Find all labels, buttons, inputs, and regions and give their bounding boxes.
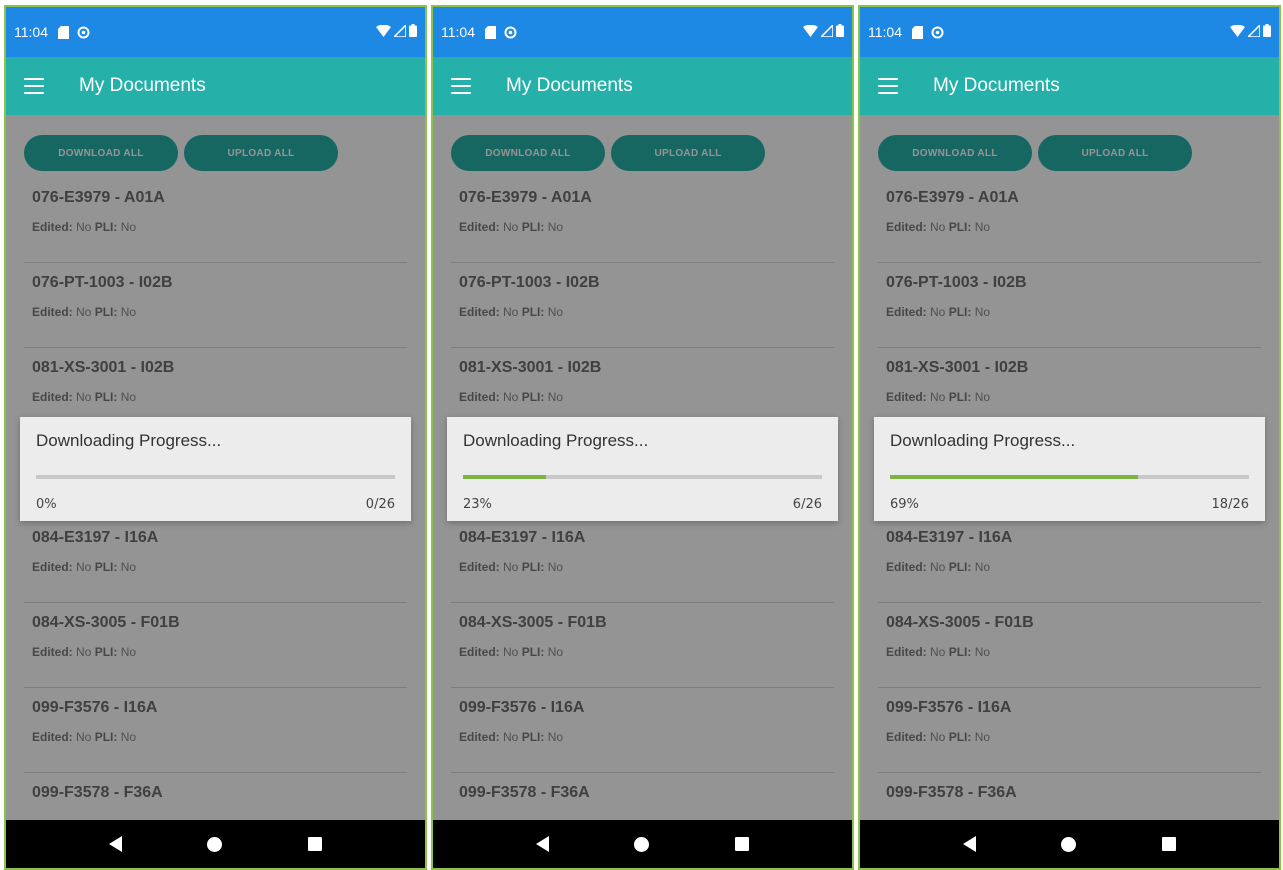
signal-icon	[819, 23, 834, 40]
phone-screen-3: 11:04 My Documents DOWNLOAD ALL UPLOAD A…	[858, 5, 1281, 870]
app-bar: My Documents	[6, 57, 425, 115]
recents-icon[interactable]	[308, 837, 323, 851]
hamburger-menu-icon[interactable]	[24, 78, 44, 94]
status-bar: 11:04	[433, 7, 852, 57]
progress-count: 18/26	[1211, 497, 1249, 512]
home-icon[interactable]	[1061, 836, 1077, 852]
sd-card-icon	[485, 25, 496, 39]
sd-card-icon	[58, 25, 69, 39]
page-title: My Documents	[933, 75, 1060, 96]
home-icon[interactable]	[634, 836, 650, 852]
recents-icon[interactable]	[1162, 837, 1177, 851]
wifi-icon	[803, 24, 818, 40]
status-time: 11:04	[441, 24, 475, 40]
status-time: 11:04	[14, 24, 48, 40]
dialog-title: Downloading Progress...	[36, 431, 222, 450]
sync-icon	[77, 26, 90, 39]
phone-screen-1: 11:04 My Documents DOWNLOAD ALL UPLOAD A…	[4, 5, 427, 870]
app-bar: My Documents	[860, 57, 1279, 115]
sd-card-icon	[912, 25, 923, 39]
page-title: My Documents	[79, 75, 206, 96]
wifi-icon	[376, 24, 391, 40]
back-icon[interactable]	[962, 836, 976, 852]
status-bar: 11:04	[860, 7, 1279, 57]
progress-percent: 69%	[890, 497, 919, 512]
signal-icon	[1246, 23, 1261, 40]
progress-fill	[463, 475, 546, 479]
sync-icon	[931, 26, 944, 39]
progress-dialog: Downloading Progress... 69% 18/26	[874, 417, 1265, 521]
phone-screen-2: 11:04 My Documents DOWNLOAD ALL UPLOAD A…	[431, 5, 854, 870]
system-nav-bar	[433, 820, 852, 868]
progress-percent: 23%	[463, 497, 492, 512]
home-icon[interactable]	[207, 836, 223, 852]
status-time: 11:04	[868, 24, 902, 40]
progress-count: 0/26	[365, 497, 395, 512]
progress-bar	[36, 475, 395, 479]
status-bar: 11:04	[6, 7, 425, 57]
progress-count: 6/26	[792, 497, 822, 512]
battery-icon	[836, 24, 844, 40]
hamburger-menu-icon[interactable]	[451, 78, 471, 94]
hamburger-menu-icon[interactable]	[878, 78, 898, 94]
progress-bar	[463, 475, 822, 479]
recents-icon[interactable]	[735, 837, 750, 851]
battery-icon	[1263, 24, 1271, 40]
dialog-title: Downloading Progress...	[463, 431, 649, 450]
back-icon[interactable]	[535, 836, 549, 852]
wifi-icon	[1230, 24, 1245, 40]
progress-dialog: Downloading Progress... 23% 6/26	[447, 417, 838, 521]
back-icon[interactable]	[108, 836, 122, 852]
progress-fill	[890, 475, 1138, 479]
page-title: My Documents	[506, 75, 633, 96]
sync-icon	[504, 26, 517, 39]
app-bar: My Documents	[433, 57, 852, 115]
system-nav-bar	[6, 820, 425, 868]
system-nav-bar	[860, 820, 1279, 868]
progress-bar	[890, 475, 1249, 479]
progress-percent: 0%	[36, 497, 57, 512]
progress-dialog: Downloading Progress... 0% 0/26	[20, 417, 411, 521]
signal-icon	[392, 23, 407, 40]
dialog-title: Downloading Progress...	[890, 431, 1076, 450]
battery-icon	[409, 24, 417, 40]
screenshot-set: 11:04 My Documents DOWNLOAD ALL UPLOAD A…	[0, 0, 1283, 870]
